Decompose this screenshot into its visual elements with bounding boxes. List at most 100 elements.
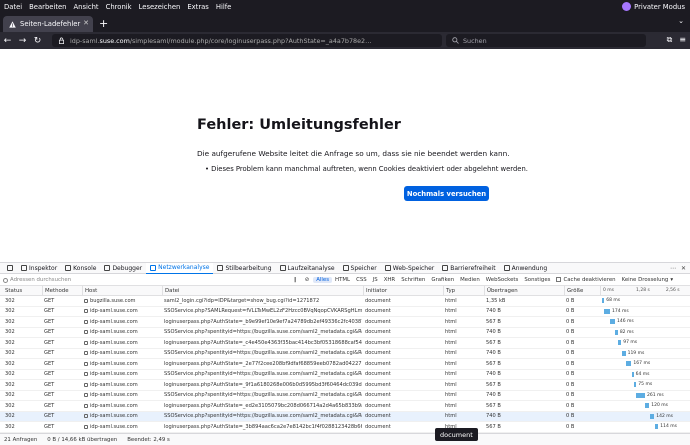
- request-list: 302 GET bugzilla.suse.com saml2_login.cgi?i…: [0, 296, 690, 433]
- filter-xhr[interactable]: XHR: [381, 277, 399, 283]
- row-size: 0 B: [566, 392, 575, 399]
- row-file: loginuserpass.php?AuthState=_9f1a6180268…: [164, 381, 362, 388]
- tab-debugger[interactable]: Debugger: [100, 263, 146, 274]
- pick-element-icon[interactable]: [3, 263, 17, 274]
- row-initiator: document: [365, 423, 391, 430]
- request-table-header: Status Methode Host Datei Initiator Typ …: [0, 286, 690, 296]
- table-row[interactable]: 302 GET idp-saml.suse.com loginuserpass.php…: [0, 401, 690, 412]
- filter-websockets[interactable]: WebSockets: [483, 277, 522, 283]
- row-method: GET: [44, 381, 55, 388]
- lock-icon: [84, 319, 88, 324]
- menu-ansicht[interactable]: Ansicht: [73, 3, 98, 11]
- table-row[interactable]: 302 GET idp-saml.suse.com SSOService.php?sp…: [0, 391, 690, 401]
- table-row[interactable]: 302 GET idp-saml.suse.com SSOService.php?SA…: [0, 307, 690, 317]
- address-bar[interactable]: idp-saml.suse.com/simplesaml/module.php/…: [52, 34, 442, 47]
- tab-barrierefreiheit[interactable]: Barrierefreiheit: [438, 263, 499, 274]
- menu-lesezeichen[interactable]: Lesezeichen: [139, 3, 181, 11]
- table-row[interactable]: 302 GET idp-saml.suse.com SSOService.php?sp…: [0, 370, 690, 380]
- filter-html[interactable]: HTML: [332, 277, 353, 283]
- back-button[interactable]: ←: [0, 36, 15, 46]
- table-row[interactable]: 302 GET idp-saml.suse.com loginuserpass.php…: [0, 380, 690, 391]
- reload-button[interactable]: ↻: [30, 36, 45, 46]
- tab-error-page[interactable]: Seiten-Ladefehler ✕: [3, 16, 93, 32]
- tab-laufzeitanalyse[interactable]: Laufzeitanalyse: [276, 263, 339, 274]
- row-size: 0 B: [566, 423, 575, 430]
- table-row[interactable]: 302 GET idp-saml.suse.com loginuserpass.php…: [0, 422, 690, 433]
- row-type: html: [445, 297, 457, 304]
- row-type: html: [445, 350, 457, 357]
- tab-title: Seiten-Ladefehler: [20, 20, 81, 28]
- waterfall-bar: 82 ms: [615, 329, 634, 335]
- close-tab-icon[interactable]: ✕: [83, 19, 89, 27]
- table-row[interactable]: 302 GET idp-saml.suse.com loginuserpass.php…: [0, 338, 690, 349]
- col-method[interactable]: Methode: [42, 286, 82, 295]
- row-size: 0 B: [566, 318, 575, 325]
- app-menu-icon[interactable]: ≡: [679, 35, 686, 45]
- menu-bearbeiten[interactable]: Bearbeiten: [29, 3, 66, 11]
- tab-speicher[interactable]: Speicher: [339, 263, 381, 274]
- menu-chronik[interactable]: Chronik: [106, 3, 132, 11]
- table-row[interactable]: 302 GET idp-saml.suse.com SSOService.php?sp…: [0, 411, 690, 422]
- row-initiator: document: [365, 392, 391, 399]
- col-initiator[interactable]: Initiator: [363, 286, 441, 295]
- clear-icon[interactable]: ⊘: [301, 277, 314, 283]
- filter-medien[interactable]: Medien: [457, 277, 483, 283]
- row-host: idp-saml.suse.com: [82, 349, 160, 359]
- row-status: 302: [5, 329, 15, 336]
- col-type[interactable]: Typ: [443, 286, 481, 295]
- extensions-icon[interactable]: ⧉: [667, 35, 673, 45]
- page-info-icon[interactable]: [58, 37, 65, 44]
- list-all-tabs-icon[interactable]: ⌄: [678, 17, 684, 25]
- col-file[interactable]: Datei: [162, 286, 362, 295]
- col-waterfall[interactable]: 0 ms 1,28 s 2,56 s: [600, 286, 690, 295]
- row-status: 302: [5, 423, 15, 430]
- lock-icon: [84, 372, 88, 377]
- forward-button[interactable]: →: [15, 36, 30, 46]
- filter-schriften[interactable]: Schriften: [398, 277, 428, 283]
- table-row[interactable]: 302 GET idp-saml.suse.com loginuserpass.php…: [0, 317, 690, 328]
- throttling-select[interactable]: Keine Drosselung ▾: [619, 277, 676, 283]
- col-host[interactable]: Host: [82, 286, 160, 295]
- row-status: 302: [5, 318, 15, 325]
- row-file: loginuserpass.php?AuthState=_ed2e3105079…: [164, 402, 362, 409]
- performance-icon: [279, 265, 286, 271]
- tab-konsole[interactable]: Konsole: [61, 263, 100, 274]
- col-status[interactable]: Status: [3, 286, 41, 295]
- col-size[interactable]: Größe: [564, 286, 600, 295]
- table-row[interactable]: 302 GET idp-saml.suse.com SSOService.php?sp…: [0, 349, 690, 359]
- table-row[interactable]: 302 GET bugzilla.suse.com saml2_login.cgi?i…: [0, 296, 690, 307]
- retry-button[interactable]: Nochmals versuchen: [404, 186, 489, 201]
- new-tab-button[interactable]: +: [99, 17, 108, 30]
- filter-css[interactable]: CSS: [353, 277, 370, 283]
- tab-stilbearbeitung[interactable]: Stilbearbeitung: [213, 263, 275, 274]
- waterfall-tick: 2,56 s: [665, 288, 680, 293]
- row-initiator: document: [365, 371, 391, 378]
- filter-grafiken[interactable]: Grafiken: [428, 277, 457, 283]
- table-row[interactable]: 302 GET idp-saml.suse.com loginuserpass.php…: [0, 359, 690, 370]
- pause-icon[interactable]: ‖: [290, 277, 301, 283]
- table-row[interactable]: 302 GET idp-saml.suse.com SSOService.php?sp…: [0, 328, 690, 338]
- browser-window: Datei Bearbeiten Ansicht Chronik Lesezei…: [0, 0, 690, 445]
- tab-netzwerkanalyse[interactable]: Netzwerkanalyse: [146, 262, 214, 274]
- row-initiator: document: [365, 381, 391, 388]
- menu-hilfe[interactable]: Hilfe: [216, 3, 231, 11]
- tab-web-speicher[interactable]: Web-Speicher: [381, 263, 438, 274]
- filter-sonstiges[interactable]: Sonstiges: [521, 277, 553, 283]
- filter-alles[interactable]: Alles: [313, 276, 333, 283]
- menu-extras[interactable]: Extras: [187, 3, 208, 11]
- row-transferred: 740 B: [486, 329, 501, 336]
- search-input[interactable]: Suchen: [446, 34, 646, 47]
- waterfall-bar: 64 ms: [631, 371, 650, 377]
- row-status: 302: [5, 308, 15, 315]
- filter-urls-input[interactable]: Adressen durchsuchen: [0, 277, 290, 283]
- devtools-options-icon[interactable]: ⋯: [670, 265, 676, 272]
- row-file: SSOService.php?spentityid=https://bugzil…: [164, 413, 362, 420]
- tab-inspektor[interactable]: Inspektor: [17, 263, 61, 274]
- filter-js[interactable]: JS: [370, 277, 381, 283]
- disable-cache-checkbox[interactable]: Cache deaktivieren: [553, 277, 618, 283]
- menu-datei[interactable]: Datei: [4, 3, 22, 11]
- devtools-close-icon[interactable]: ✕: [681, 265, 686, 272]
- finished-time: Beendet: 2,49 s: [127, 436, 170, 443]
- col-transferred[interactable]: Übertragen: [484, 286, 562, 295]
- tab-anwendung[interactable]: Anwendung: [500, 263, 552, 274]
